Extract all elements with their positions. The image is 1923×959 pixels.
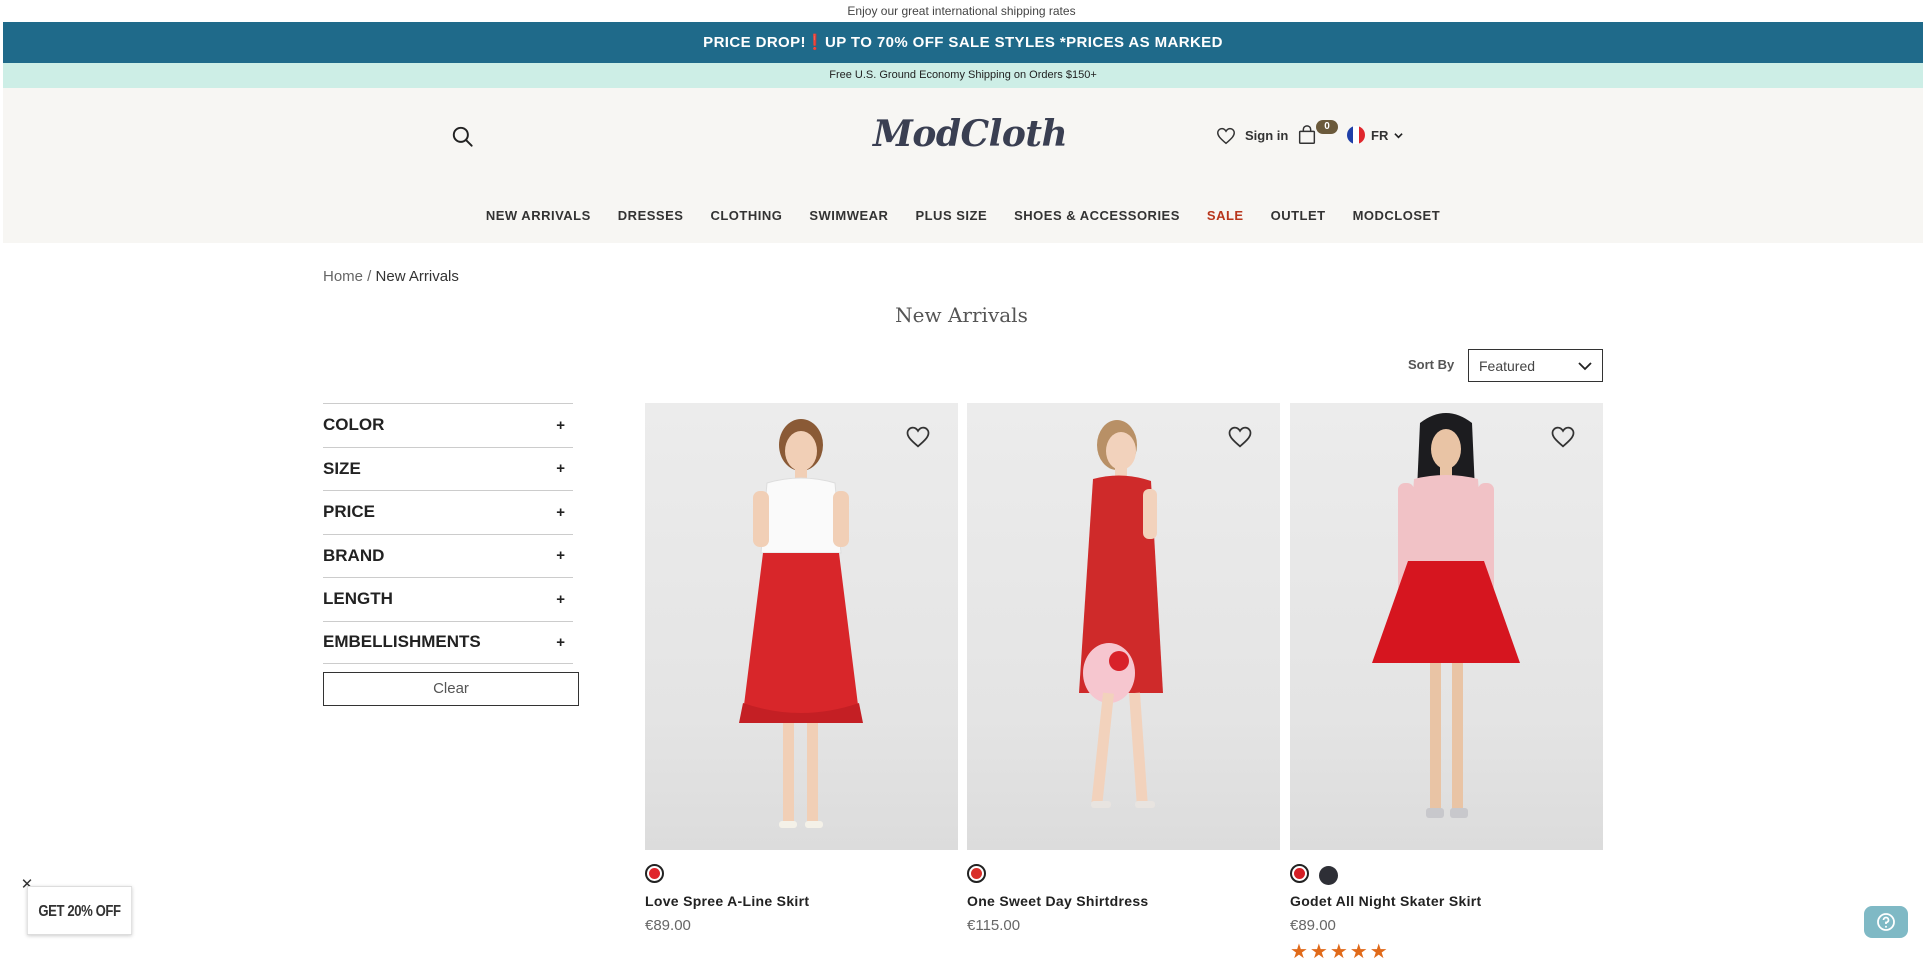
- filter-label: EMBELLISHMENTS: [323, 632, 481, 652]
- rating-stars: ★★★★★: [1290, 941, 1390, 959]
- page: Enjoy our great international shipping r…: [0, 0, 1923, 959]
- nav-shoes-accessories[interactable]: SHOES & ACCESSORIES: [1014, 204, 1180, 228]
- color-swatch[interactable]: [645, 864, 664, 883]
- filter-embellishments[interactable]: EMBELLISHMENTS +: [323, 620, 573, 664]
- modcloth-logo[interactable]: ModCloth: [873, 112, 1068, 156]
- sign-in-link[interactable]: Sign in: [1245, 126, 1288, 146]
- locale-code: FR: [1371, 127, 1389, 143]
- sort-by-select[interactable]: Featured: [1468, 349, 1603, 382]
- product-price: €89.00: [645, 917, 691, 934]
- expand-plus-icon: +: [556, 633, 565, 651]
- main-nav: NEW ARRIVALS DRESSES CLOTHING SWIMWEAR P…: [3, 204, 1923, 228]
- filter-price[interactable]: PRICE +: [323, 490, 573, 534]
- nav-modcloset[interactable]: MODCLOSET: [1353, 204, 1441, 228]
- product-card: One Sweet Day Shirtdress €115.00: [967, 403, 1280, 934]
- nav-new-arrivals[interactable]: NEW ARRIVALS: [486, 204, 591, 228]
- product-card: Godet All Night Skater Skirt €89.00 ★★★★…: [1290, 403, 1603, 959]
- chevron-down-icon: [1578, 361, 1592, 370]
- france-flag-icon: [1347, 126, 1365, 144]
- expand-plus-icon: +: [556, 416, 565, 434]
- color-swatch[interactable]: [1290, 864, 1309, 883]
- color-swatches: [1290, 864, 1338, 885]
- sort-by-label: Sort By: [1408, 357, 1455, 372]
- product-price: €115.00: [967, 917, 1021, 934]
- filter-label: LENGTH: [323, 589, 393, 609]
- filter-label: SIZE: [323, 458, 361, 478]
- expand-plus-icon: +: [556, 547, 565, 565]
- model-figure-image: [1372, 413, 1520, 818]
- nav-plus-size[interactable]: PLUS SIZE: [915, 204, 987, 228]
- shopping-bag-icon[interactable]: [1296, 124, 1318, 146]
- search-icon[interactable]: [450, 124, 476, 150]
- promo-text-right: UP TO 70% OFF SALE STYLES *PRICES AS MAR…: [825, 34, 1223, 51]
- filter-size[interactable]: SIZE +: [323, 446, 573, 491]
- breadcrumb-current: New Arrivals: [375, 268, 459, 285]
- wishlist-heart-icon[interactable]: [1215, 125, 1237, 147]
- product-name[interactable]: One Sweet Day Shirtdress: [967, 893, 1149, 909]
- filter-label: COLOR: [323, 415, 385, 435]
- shipping-rates-banner: Enjoy our great international shipping r…: [847, 4, 1076, 18]
- model-figure-image: [1079, 420, 1163, 808]
- breadcrumb-home[interactable]: Home: [323, 268, 363, 285]
- nav-swimwear[interactable]: SWIMWEAR: [809, 204, 888, 228]
- color-swatch[interactable]: [967, 864, 986, 883]
- filter-length[interactable]: LENGTH +: [323, 577, 573, 621]
- help-button[interactable]: [1864, 906, 1908, 938]
- favorite-heart-icon[interactable]: [1226, 423, 1254, 451]
- chevron-down-icon: [1394, 132, 1404, 138]
- color-swatches: [967, 864, 986, 883]
- expand-plus-icon: +: [556, 460, 565, 478]
- nav-dresses[interactable]: DRESSES: [618, 204, 684, 228]
- filter-color[interactable]: COLOR +: [323, 403, 573, 447]
- free-shipping-banner: Free U.S. Ground Economy Shipping on Ord…: [3, 63, 1923, 88]
- color-swatch[interactable]: [1319, 866, 1338, 885]
- expand-plus-icon: +: [556, 590, 565, 608]
- product-image[interactable]: [967, 403, 1280, 850]
- promo-text-left: PRICE DROP!: [703, 34, 806, 51]
- filter-label: PRICE: [323, 502, 375, 522]
- product-name[interactable]: Godet All Night Skater Skirt: [1290, 893, 1481, 909]
- promo-banner[interactable]: PRICE DROP!❗UP TO 70% OFF SALE STYLES *P…: [3, 22, 1923, 63]
- color-swatches: [645, 864, 664, 883]
- nav-outlet[interactable]: OUTLET: [1271, 204, 1326, 228]
- model-figure-image: [739, 419, 863, 828]
- product-image[interactable]: [645, 403, 958, 850]
- clear-filters-button[interactable]: Clear: [323, 672, 579, 706]
- nav-clothing[interactable]: CLOTHING: [710, 204, 782, 228]
- page-title: New Arrivals: [895, 303, 1028, 327]
- help-icon: [1877, 913, 1895, 931]
- bag-count-badge: 0: [1316, 120, 1338, 134]
- discount-popup[interactable]: GET 20% OFF: [27, 886, 132, 935]
- product-name[interactable]: Love Spree A-Line Skirt: [645, 893, 809, 909]
- site-header: ModCloth Sign in 0 FR NEW ARRIVALS DRESS…: [3, 88, 1923, 243]
- filter-panel: COLOR + SIZE + PRICE + BRAND + LENGTH + EMBEL…: [323, 403, 573, 664]
- nav-sale[interactable]: SALE: [1207, 204, 1244, 228]
- sort-by-value: Featured: [1479, 357, 1536, 374]
- breadcrumb-separator: /: [363, 268, 376, 285]
- favorite-heart-icon[interactable]: [1549, 423, 1577, 451]
- expand-plus-icon: +: [556, 503, 565, 521]
- exclamation-icon: ❗: [805, 34, 825, 51]
- favorite-heart-icon[interactable]: [904, 423, 932, 451]
- product-image[interactable]: [1290, 403, 1603, 850]
- product-price: €89.00: [1290, 917, 1336, 934]
- product-card: Love Spree A-Line Skirt €89.00: [645, 403, 958, 934]
- locale-selector[interactable]: FR: [1347, 124, 1404, 146]
- filter-label: BRAND: [323, 545, 385, 565]
- filter-brand[interactable]: BRAND +: [323, 533, 573, 578]
- breadcrumb: Home / New Arrivals: [323, 268, 459, 285]
